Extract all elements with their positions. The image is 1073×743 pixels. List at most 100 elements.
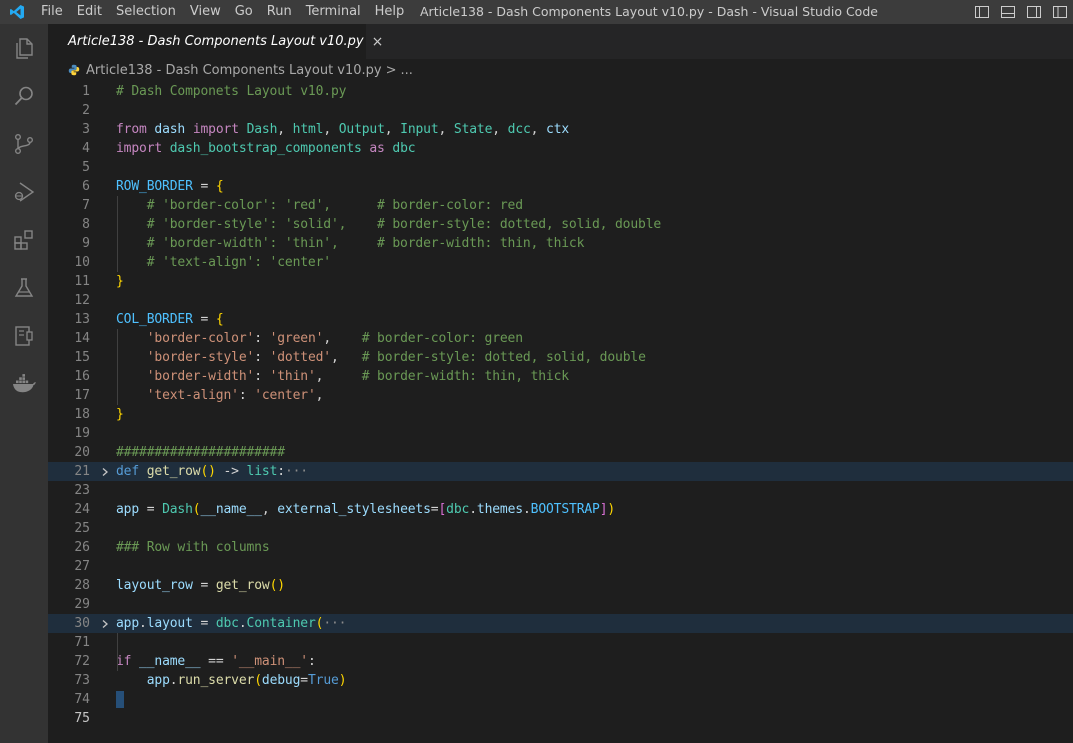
code-line[interactable]: 24 app = Dash(__name__, external_styleshe…	[48, 500, 1073, 519]
toggle-panel-icon[interactable]	[995, 0, 1021, 24]
code-line[interactable]: 5	[48, 158, 1073, 177]
code-token: from	[116, 122, 147, 137]
code-line[interactable]: 1 # Dash Componets Layout v10.py	[48, 82, 1073, 101]
line-number: 13	[74, 312, 90, 327]
menu-item-run[interactable]: Run	[260, 0, 299, 24]
code-line[interactable]: 21 def get_row() -> list:···	[48, 462, 1073, 481]
line-number: 7	[82, 198, 90, 213]
code-token: # 'border-style': 'solid', # border-styl…	[146, 217, 662, 232]
code-line[interactable]: 14 'border-color': 'green', # border-col…	[48, 329, 1073, 348]
line-number: 30	[74, 616, 90, 631]
window-title: Article138 - Dash Components Layout v10.…	[420, 4, 878, 19]
code-line[interactable]: 15 'border-style': 'dotted', # border-st…	[48, 348, 1073, 367]
code-text: layout_row = get_row()	[116, 576, 285, 595]
code-token: dcc	[507, 122, 531, 137]
folded-ellipsis[interactable]: ···	[323, 616, 346, 631]
code-line[interactable]: 19	[48, 424, 1073, 443]
docker-icon[interactable]	[0, 360, 48, 408]
code-line[interactable]: 73 app.run_server(debug=True)	[48, 671, 1073, 690]
code-editor[interactable]: 1 # Dash Componets Layout v10.py 2 3 from da…	[48, 82, 1073, 728]
breadcrumb: Article138 - Dash Components Layout v10.…	[48, 59, 1073, 81]
code-line[interactable]: 20 ######################	[48, 443, 1073, 462]
line-number: 21	[74, 464, 90, 479]
code-line[interactable]: 7 # 'border-color': 'red', # border-colo…	[48, 196, 1073, 215]
menu-item-file[interactable]: File	[34, 0, 70, 24]
code-line[interactable]: 26 ### Row with columns	[48, 538, 1073, 557]
line-number: 71	[74, 635, 90, 650]
line-number: 14	[74, 331, 90, 346]
code-token: )	[607, 502, 616, 517]
code-line[interactable]: 3 from dash import Dash, html, Output, In…	[48, 120, 1073, 139]
fold-chevron-right-icon[interactable]	[99, 462, 111, 481]
fold-chevron-right-icon[interactable]	[99, 614, 111, 633]
customize-layout-icon[interactable]	[1047, 0, 1073, 24]
menu-item-edit[interactable]: Edit	[70, 0, 109, 24]
code-line[interactable]: 9 # 'border-width': 'thin', # border-wid…	[48, 234, 1073, 253]
code-token: ,	[384, 122, 401, 137]
code-text: # 'border-style': 'solid', # border-styl…	[116, 215, 661, 234]
code-line[interactable]: 17 'text-align': 'center',	[48, 386, 1073, 405]
code-line[interactable]: 6 ROW_BORDER = {	[48, 177, 1073, 196]
vscode-logo-icon[interactable]	[0, 0, 34, 24]
code-line[interactable]: 71	[48, 633, 1073, 652]
code-line[interactable]: 28 layout_row = get_row()	[48, 576, 1073, 595]
code-line[interactable]: 8 # 'border-style': 'solid', # border-st…	[48, 215, 1073, 234]
code-line[interactable]: 11}	[48, 272, 1073, 291]
tab-close-icon[interactable]: ×	[372, 34, 384, 50]
line-number: 16	[74, 369, 90, 384]
line-number: 72	[74, 654, 90, 669]
code-token: :	[307, 654, 316, 669]
search-icon[interactable]	[0, 72, 48, 120]
code-line[interactable]: 10 # 'text-align': 'center'	[48, 253, 1073, 272]
code-line[interactable]: 25	[48, 519, 1073, 538]
code-token: =	[139, 502, 163, 517]
testing-icon[interactable]	[0, 264, 48, 312]
code-line[interactable]: 74	[48, 690, 1073, 709]
toggle-primary-sidebar-icon[interactable]	[969, 0, 995, 24]
code-token: as	[369, 141, 385, 156]
code-token: =	[192, 578, 216, 593]
menu-item-view[interactable]: View	[183, 0, 228, 24]
run-debug-icon[interactable]	[0, 168, 48, 216]
line-number: 19	[74, 426, 90, 441]
code-line[interactable]: 72 if __name__ == '__main__':	[48, 652, 1073, 671]
code-token: 'thin'	[269, 369, 316, 384]
remote-explorer-icon[interactable]	[0, 312, 48, 360]
code-token: # 'border-color': 'red', # border-color:…	[146, 198, 523, 213]
code-token: # Dash Componets Layout v10.py	[116, 84, 347, 99]
code-token: ,	[315, 388, 324, 403]
tab-active-file[interactable]: Article138 - Dash Components Layout v10.…	[48, 24, 383, 59]
menu-item-go[interactable]: Go	[228, 0, 260, 24]
code-token: ()	[269, 578, 286, 593]
code-line[interactable]: 23	[48, 481, 1073, 500]
code-line[interactable]: 29	[48, 595, 1073, 614]
code-line[interactable]: 13 COL_BORDER = {	[48, 310, 1073, 329]
code-line[interactable]: 18}	[48, 405, 1073, 424]
line-number: 29	[74, 597, 90, 612]
code-token: ctx	[546, 122, 570, 137]
code-line[interactable]: 12	[48, 291, 1073, 310]
code-token: ==	[200, 654, 232, 669]
menu-item-help[interactable]: Help	[368, 0, 412, 24]
code-token: 'dotted'	[269, 350, 332, 365]
extensions-icon[interactable]	[0, 216, 48, 264]
code-line[interactable]: 4 import dash_bootstrap_components as dbc	[48, 139, 1073, 158]
explorer-icon[interactable]	[0, 24, 48, 72]
code-token: app	[116, 502, 140, 517]
code-line[interactable]: 2	[48, 101, 1073, 120]
code-token: ROW_BORDER	[116, 179, 193, 194]
code-line[interactable]: 27	[48, 557, 1073, 576]
code-line[interactable]: 30 app.layout = dbc.Container(···	[48, 614, 1073, 633]
folded-ellipsis[interactable]: ···	[285, 464, 308, 479]
menu-item-selection[interactable]: Selection	[109, 0, 183, 24]
code-line[interactable]: 16 'border-width': 'thin', # border-widt…	[48, 367, 1073, 386]
code-line[interactable]: 75	[48, 709, 1073, 728]
line-number: 74	[74, 692, 90, 707]
breadcrumb-more[interactable]: ...	[401, 63, 413, 78]
source-control-icon[interactable]	[0, 120, 48, 168]
toggle-secondary-sidebar-icon[interactable]	[1021, 0, 1047, 24]
breadcrumb-file[interactable]: Article138 - Dash Components Layout v10.…	[86, 63, 382, 78]
menu-item-terminal[interactable]: Terminal	[299, 0, 368, 24]
